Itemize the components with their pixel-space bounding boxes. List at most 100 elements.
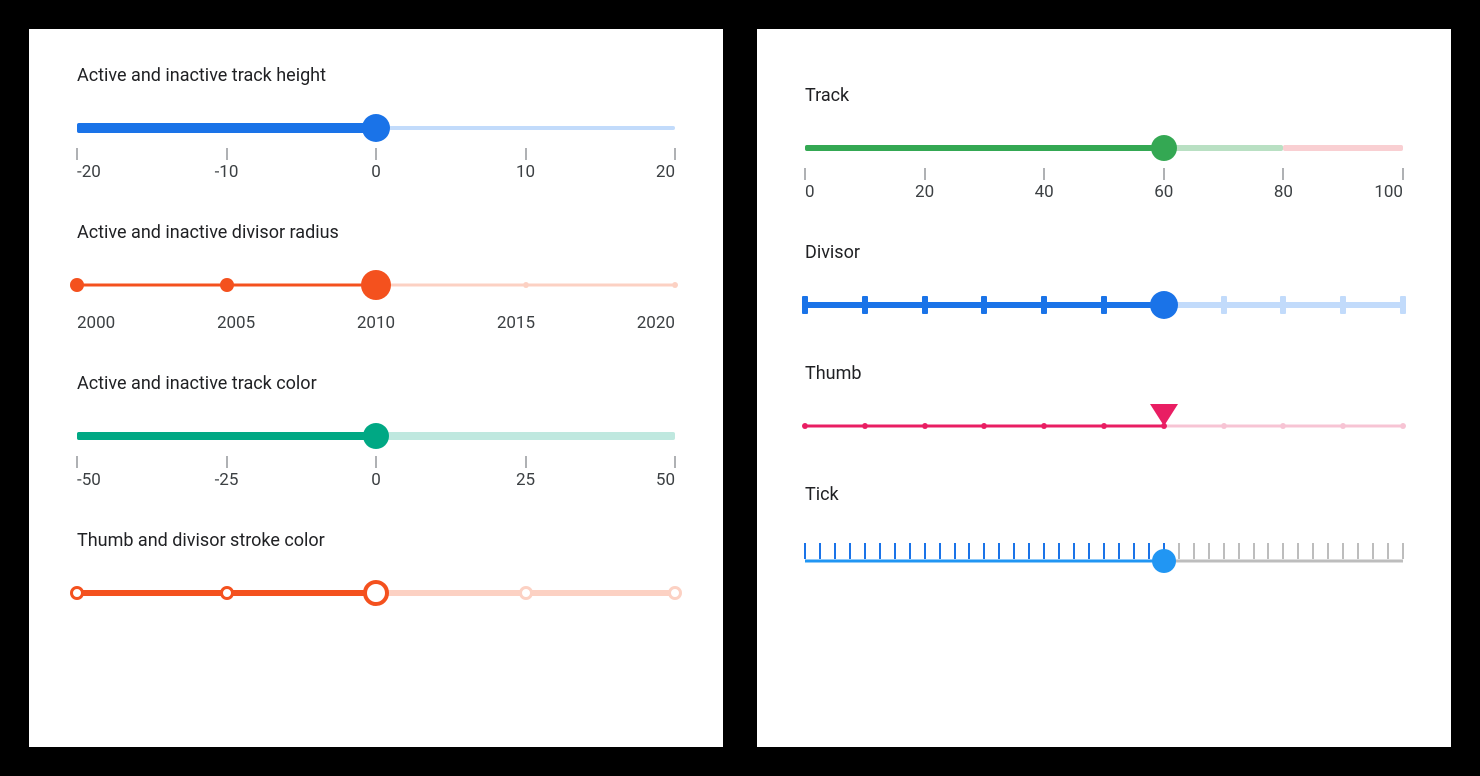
slider-tick xyxy=(909,543,911,559)
slider-divisor xyxy=(1280,296,1286,314)
slider-tick xyxy=(879,543,881,559)
slider-divisor xyxy=(1041,296,1047,314)
slider-divisor xyxy=(1221,423,1227,429)
slider-divisor xyxy=(802,423,808,429)
slider-thumb[interactable] xyxy=(363,580,389,606)
slider-divisor xyxy=(862,423,868,429)
slider-title: Divisor xyxy=(805,242,1403,263)
slider-divisor xyxy=(70,278,84,292)
slider-divisor xyxy=(672,282,678,288)
slider-divisor xyxy=(862,296,868,314)
scale-label: -25 xyxy=(215,470,239,490)
slider-thumb[interactable] xyxy=(363,423,389,449)
slider-tick: Tick xyxy=(805,484,1403,573)
scale-label: 0 xyxy=(371,470,381,490)
slider-title: Thumb and divisor stroke color xyxy=(77,530,675,551)
slider-tick xyxy=(1297,543,1299,559)
slider-scale: 20002005201020152020 xyxy=(77,313,675,333)
scale-tick xyxy=(525,148,526,160)
slider-title: Active and inactive divisor radius xyxy=(77,222,675,243)
scale-label: -20 xyxy=(77,162,101,182)
slider-control[interactable] xyxy=(805,408,1403,444)
scale-tick xyxy=(77,148,78,160)
slider-track-height: Active and inactive track height -20-100… xyxy=(77,65,675,182)
scale-tick xyxy=(525,456,526,468)
slider-divisor-radius: Active and inactive divisor radius 2000 2… xyxy=(77,222,675,333)
scale-label: 25 xyxy=(516,470,535,490)
slider-tick xyxy=(1282,543,1284,559)
slider-tick xyxy=(1208,543,1210,559)
scale-tick xyxy=(226,456,227,468)
slider-divisor xyxy=(1400,296,1406,314)
slider-tick xyxy=(1043,543,1045,559)
slider-divisor xyxy=(70,586,84,600)
slider-tick xyxy=(1133,543,1135,559)
slider-tick xyxy=(1267,543,1269,559)
scale-label: -50 xyxy=(77,470,101,490)
scale-tick xyxy=(1283,168,1284,180)
slider-control[interactable] xyxy=(77,267,675,303)
slider-thumb[interactable] xyxy=(1151,135,1177,161)
scale-label: 2000 xyxy=(77,313,115,333)
slider-thumb-triangle[interactable] xyxy=(1150,404,1178,426)
track-active xyxy=(805,560,1164,563)
scale-label: 20 xyxy=(915,182,934,202)
scale-label: 2005 xyxy=(217,313,255,333)
slider-divisor xyxy=(1221,296,1227,314)
slider-tick xyxy=(1387,543,1389,559)
slider-control[interactable] xyxy=(77,110,675,146)
slider-divisor xyxy=(1041,423,1047,429)
slider-control[interactable] xyxy=(805,130,1403,166)
slider-thumb[interactable] xyxy=(362,114,390,142)
slider-control[interactable] xyxy=(77,418,675,454)
slider-tick xyxy=(864,543,866,559)
track-active xyxy=(77,432,376,440)
track-segment xyxy=(1164,145,1284,151)
slider-thumb[interactable] xyxy=(1150,291,1178,319)
slider-control[interactable] xyxy=(805,287,1403,323)
scale-tick xyxy=(376,456,377,468)
slider-divisor xyxy=(981,296,987,314)
slider-tick xyxy=(804,543,806,559)
slider-thumb: Thumb xyxy=(805,363,1403,444)
slider-divisor xyxy=(1400,423,1406,429)
slider-title: Track xyxy=(805,85,1403,106)
slider-title: Tick xyxy=(805,484,1403,505)
slider-divisor: Divisor xyxy=(805,242,1403,323)
slider-divisor xyxy=(1340,423,1346,429)
left-panel: Active and inactive track height -20-100… xyxy=(29,29,723,747)
scale-tick xyxy=(376,148,377,160)
slider-tick xyxy=(954,543,956,559)
slider-tick xyxy=(968,543,970,559)
slider-divisor xyxy=(519,586,533,600)
scale-label: -10 xyxy=(215,162,239,182)
slider-tick xyxy=(1253,543,1255,559)
scale-tick xyxy=(805,168,806,180)
slider-control[interactable] xyxy=(805,529,1403,573)
slider-control[interactable] xyxy=(77,575,675,611)
slider-tick xyxy=(1118,543,1120,559)
slider-tick xyxy=(998,543,1000,559)
scale-tick xyxy=(675,456,676,468)
slider-thumb[interactable] xyxy=(1152,549,1176,573)
scale-tick xyxy=(226,148,227,160)
slider-tick xyxy=(1148,543,1150,559)
slider-thumb[interactable] xyxy=(361,270,391,300)
slider-tick xyxy=(1223,543,1225,559)
slider-tick xyxy=(894,543,896,559)
slider-divisor xyxy=(220,586,234,600)
slider-divisor xyxy=(1280,423,1286,429)
slider-tick xyxy=(1103,543,1105,559)
slider-divisor xyxy=(922,423,928,429)
track-segment xyxy=(805,145,1164,151)
slider-track-color: Active and inactive track color -50-2502… xyxy=(77,373,675,490)
scale-label: 2010 xyxy=(357,313,395,333)
slider-divisor xyxy=(1101,423,1107,429)
scale-tick xyxy=(1403,168,1404,180)
scale-tick xyxy=(1163,168,1164,180)
slider-tick xyxy=(1178,543,1180,559)
slider-divisor xyxy=(981,423,987,429)
slider-tick xyxy=(834,543,836,559)
scale-label: 50 xyxy=(656,470,675,490)
scale-tick xyxy=(924,168,925,180)
